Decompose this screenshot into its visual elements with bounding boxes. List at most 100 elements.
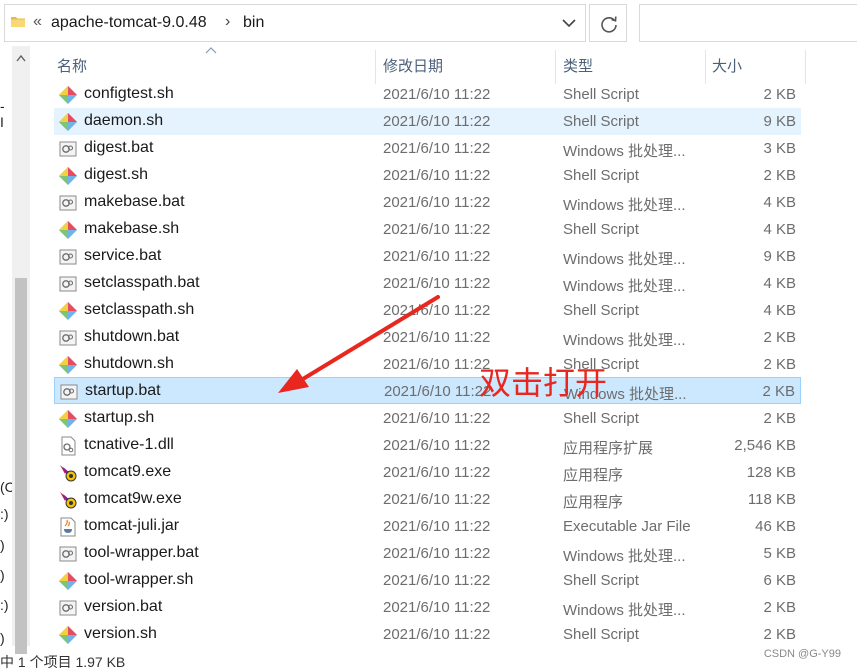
file-row[interactable]: digest.sh 2021/6/10 11:22 Shell Script 2 KB: [54, 162, 801, 189]
file-name[interactable]: digest.bat: [84, 139, 153, 157]
file-type: Windows 批处理...: [563, 143, 686, 160]
file-name[interactable]: configtest.sh: [84, 85, 174, 103]
file-date: 2021/6/10 11:22: [383, 302, 491, 319]
file-name[interactable]: makebase.sh: [84, 220, 179, 238]
column-header-type[interactable]: 类型: [563, 52, 593, 82]
file-type: 应用程序: [563, 494, 624, 511]
nav-fragment[interactable]: :): [0, 506, 9, 522]
file-name[interactable]: version.bat: [84, 598, 162, 616]
tomcat-exe-icon: [58, 490, 78, 510]
file-type: 应用程序扩展: [563, 440, 654, 457]
file-row[interactable]: makebase.sh 2021/6/10 11:22 Shell Script 4 …: [54, 216, 801, 243]
file-row[interactable]: tomcat9w.exe 2021/6/10 11:22 应用程序 118 KB: [54, 486, 801, 513]
column-divider[interactable]: [375, 50, 376, 84]
file-size: 9 KB: [763, 113, 796, 130]
folder-icon: [11, 17, 25, 27]
file-name[interactable]: tool-wrapper.bat: [84, 544, 199, 562]
nav-fragment[interactable]: ): [0, 630, 5, 646]
refresh-icon: [601, 16, 617, 33]
file-size: 2 KB: [763, 599, 796, 616]
file-name[interactable]: daemon.sh: [84, 112, 163, 130]
navigation-pane[interactable]: - I (C :) ) ) :) ): [0, 46, 15, 668]
file-name[interactable]: tomcat9w.exe: [84, 490, 182, 508]
file-type: Shell Script: [563, 572, 639, 589]
file-type: Windows 批处理...: [563, 332, 686, 349]
file-row[interactable]: tomcat9.exe 2021/6/10 11:22 应用程序 128 KB: [54, 459, 801, 486]
file-row[interactable]: tool-wrapper.bat 2021/6/10 11:22 Windows 批…: [54, 540, 801, 567]
column-header-date[interactable]: 修改日期: [383, 52, 443, 82]
nav-scrollbar[interactable]: [12, 46, 30, 654]
file-name[interactable]: startup.bat: [85, 382, 161, 400]
file-row[interactable]: setclasspath.sh 2021/6/10 11:22 Shell Scri…: [54, 297, 801, 324]
batch-file-icon: [58, 328, 78, 348]
nav-fragment[interactable]: ): [0, 567, 5, 583]
column-header-name[interactable]: 名称: [57, 52, 87, 82]
column-divider[interactable]: [555, 50, 556, 84]
file-row[interactable]: shutdown.sh 2021/6/10 11:22 Shell Script 2 …: [54, 351, 801, 378]
file-row[interactable]: makebase.bat 2021/6/10 11:22 Windows 批处理..…: [54, 189, 801, 216]
scroll-up-arrow-icon[interactable]: [16, 54, 26, 62]
file-date: 2021/6/10 11:22: [383, 275, 491, 292]
file-type: Shell Script: [563, 167, 639, 184]
batch-file-icon: [58, 139, 78, 159]
file-row[interactable]: service.bat 2021/6/10 11:22 Windows 批处理...…: [54, 243, 801, 270]
column-divider[interactable]: [705, 50, 706, 84]
refresh-button[interactable]: [589, 4, 627, 42]
nav-fragment[interactable]: :): [0, 597, 9, 613]
breadcrumb-segment-bin[interactable]: bin: [243, 14, 264, 32]
file-name[interactable]: shutdown.bat: [84, 328, 179, 346]
shell-script-icon: [58, 355, 78, 375]
breadcrumb-overflow-chevron[interactable]: «: [33, 13, 42, 31]
scrollbar-thumb[interactable]: [15, 278, 27, 654]
file-name[interactable]: setclasspath.sh: [84, 301, 194, 319]
shell-script-icon: [58, 112, 78, 132]
chevron-down-icon[interactable]: [561, 17, 577, 29]
file-row[interactable]: setclasspath.bat 2021/6/10 11:22 Windows 批…: [54, 270, 801, 297]
file-row[interactable]: startup.sh 2021/6/10 11:22 Shell Script 2 K…: [54, 405, 801, 432]
file-size: 6 KB: [763, 572, 796, 589]
breadcrumb-segment-apache-tomcat[interactable]: apache-tomcat-9.0.48: [51, 14, 207, 32]
file-size: 2 KB: [762, 383, 795, 400]
file-date: 2021/6/10 11:22: [383, 86, 491, 103]
file-size: 2 KB: [763, 167, 796, 184]
file-size: 2 KB: [763, 86, 796, 103]
file-row[interactable]: shutdown.bat 2021/6/10 11:22 Windows 批处理..…: [54, 324, 801, 351]
file-row[interactable]: configtest.sh 2021/6/10 11:22 Shell Script…: [54, 81, 801, 108]
file-row[interactable]: tcnative-1.dll 2021/6/10 11:22 应用程序扩展 2,546…: [54, 432, 801, 459]
file-name[interactable]: makebase.bat: [84, 193, 185, 211]
file-date: 2021/6/10 11:22: [383, 140, 491, 157]
file-row[interactable]: tomcat-juli.jar 2021/6/10 11:22 Executable…: [54, 513, 801, 540]
file-date: 2021/6/10 11:22: [383, 356, 491, 373]
file-row[interactable]: version.sh 2021/6/10 11:22 Shell Script 2 K…: [54, 621, 801, 648]
address-bar[interactable]: « apache-tomcat-9.0.48 › bin: [4, 4, 586, 42]
shell-script-icon: [58, 571, 78, 591]
file-row[interactable]: version.bat 2021/6/10 11:22 Windows 批处理...…: [54, 594, 801, 621]
file-name[interactable]: setclasspath.bat: [84, 274, 200, 292]
file-size: 5 KB: [763, 545, 796, 562]
file-row[interactable]: tool-wrapper.sh 2021/6/10 11:22 Shell Scri…: [54, 567, 801, 594]
column-header-size[interactable]: 大小: [712, 52, 742, 82]
breadcrumb-separator-icon[interactable]: ›: [225, 13, 230, 31]
dll-file-icon: [58, 436, 78, 456]
file-name[interactable]: digest.sh: [84, 166, 148, 184]
file-name[interactable]: service.bat: [84, 247, 161, 265]
column-divider[interactable]: [805, 50, 806, 84]
file-date: 2021/6/10 11:22: [383, 248, 491, 265]
file-row[interactable]: daemon.sh 2021/6/10 11:22 Shell Script 9 KB: [54, 108, 801, 135]
file-name[interactable]: shutdown.sh: [84, 355, 174, 373]
nav-fragment[interactable]: ): [0, 537, 5, 553]
file-size: 4 KB: [763, 302, 796, 319]
file-name[interactable]: tomcat-juli.jar: [84, 517, 179, 535]
file-name[interactable]: tomcat9.exe: [84, 463, 171, 481]
file-row[interactable]: startup.bat 2021/6/10 11:22 Windows 批处理...…: [54, 377, 801, 404]
file-name[interactable]: startup.sh: [84, 409, 154, 427]
file-name[interactable]: tcnative-1.dll: [84, 436, 174, 454]
file-date: 2021/6/10 11:22: [383, 410, 491, 427]
file-name[interactable]: version.sh: [84, 625, 157, 643]
file-date: 2021/6/10 11:22: [384, 383, 492, 400]
nav-fragment[interactable]: - I: [0, 98, 12, 130]
file-row[interactable]: digest.bat 2021/6/10 11:22 Windows 批处理... 3…: [54, 135, 801, 162]
file-name[interactable]: tool-wrapper.sh: [84, 571, 193, 589]
search-input[interactable]: [639, 4, 857, 42]
batch-file-icon: [59, 382, 79, 402]
